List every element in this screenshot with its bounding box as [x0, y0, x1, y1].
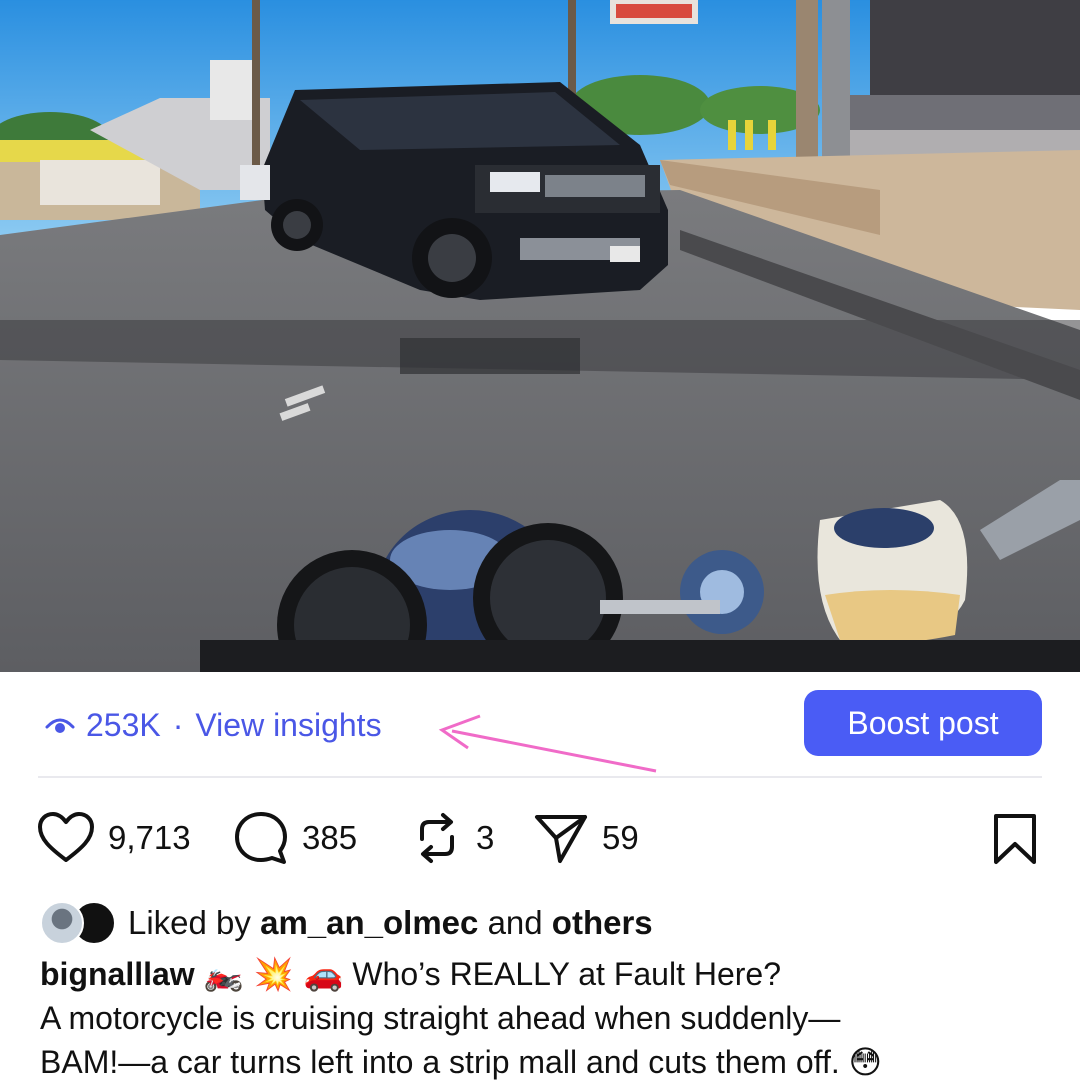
caption-line-3: BAM!—a car turns left into a strip mall …: [40, 1040, 1050, 1084]
flushed-face-emoji: 😳: [848, 1043, 882, 1081]
view-insights-label: View insights: [195, 706, 382, 743]
liked-by-others[interactable]: others: [552, 904, 653, 941]
video-frame-scene: [0, 0, 1080, 672]
like-button[interactable]: 9,713: [36, 808, 191, 868]
repost-button[interactable]: 3: [410, 808, 494, 868]
view-insights-link[interactable]: 253K · View insights: [44, 700, 382, 750]
repost-count: 3: [476, 819, 495, 856]
caption-line-3-text: BAM!—a car turns left into a strip mall …: [40, 1044, 840, 1080]
share-button[interactable]: 59: [532, 808, 639, 868]
insights-separator: ·: [172, 706, 184, 743]
liked-by-user[interactable]: am_an_olmec: [260, 904, 478, 941]
caption-headline: Who’s REALLY at Fault Here?: [352, 956, 781, 992]
post-video[interactable]: [0, 0, 1080, 672]
caption-emojis: 🏍️ 💥 🚗: [203, 955, 344, 993]
caption-username[interactable]: bignalllaw: [40, 956, 195, 992]
liked-by-and: and: [487, 904, 543, 941]
view-count: 253K: [86, 706, 161, 743]
comment-icon: [232, 809, 290, 867]
like-count: 9,713: [108, 819, 191, 856]
bookmark-icon: [990, 814, 1040, 870]
save-button[interactable]: [990, 812, 1040, 871]
comment-count: 385: [302, 819, 358, 856]
avatar[interactable]: [40, 901, 84, 945]
caption-line-2: A motorcycle is cruising straight ahead …: [40, 1000, 841, 1036]
boost-post-button[interactable]: Boost post: [804, 690, 1042, 756]
heart-icon: [36, 810, 96, 866]
caption-line-1: bignalllaw 🏍️ 💥 🚗 Who’s REALLY at Fault …: [40, 952, 1050, 996]
share-icon: [532, 809, 590, 867]
share-count: 59: [602, 819, 639, 856]
repost-icon: [410, 809, 464, 867]
liked-by-prefix: Liked by: [128, 904, 251, 941]
liked-by-text: Liked by am_an_olmec and others: [128, 904, 653, 942]
divider: [38, 776, 1042, 778]
post-caption: bignalllaw 🏍️ 💥 🚗 Who’s REALLY at Fault …: [40, 952, 1050, 1084]
comment-button[interactable]: 385: [232, 808, 357, 868]
liked-by-row[interactable]: Liked by am_an_olmec and others: [40, 898, 653, 948]
eye-icon: [44, 709, 76, 741]
